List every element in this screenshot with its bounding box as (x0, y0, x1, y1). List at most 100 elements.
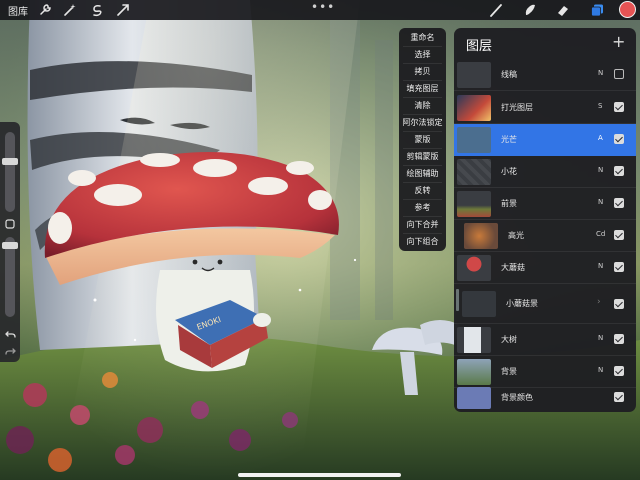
redo-button[interactable] (3, 344, 17, 358)
layer-thumbnail (457, 255, 491, 281)
blend-mode[interactable]: A (598, 134, 603, 142)
smudge-icon (525, 4, 535, 15)
layer-visibility-checkbox[interactable] (614, 134, 624, 144)
wrench-icon (40, 4, 51, 15)
layer-row-lineart[interactable]: 线稿 N (454, 59, 636, 91)
undo-button[interactable] (3, 327, 17, 341)
menu-item-copy[interactable]: 拷贝 (399, 63, 446, 80)
menu-item-invert[interactable]: 反转 (399, 182, 446, 199)
layer-name: 线稿 (501, 70, 517, 79)
transform-button[interactable] (114, 1, 132, 19)
layer-thumbnail (457, 95, 491, 121)
add-layer-button[interactable]: + (612, 32, 625, 51)
smudge-button[interactable] (521, 1, 539, 19)
layer-name: 小蘑菇景 (506, 299, 538, 308)
layer-thumbnail (457, 359, 491, 385)
magic-wand-icon (64, 4, 76, 16)
layer-name: 大蘑菇 (501, 263, 525, 272)
layer-thumbnail (464, 223, 498, 249)
menu-item-rename[interactable]: 重命名 (399, 29, 446, 46)
layer-name: 高光 (508, 231, 524, 240)
menu-item-clear[interactable]: 清除 (399, 97, 446, 114)
layer-name: 前景 (501, 199, 517, 208)
layer-name: 小花 (501, 167, 517, 176)
blend-mode[interactable]: N (598, 366, 603, 374)
layer-visibility-checkbox[interactable] (614, 366, 624, 376)
menu-item-alpha-lock[interactable]: 阿尔法锁定 (399, 114, 446, 131)
blend-mode[interactable]: N (598, 334, 603, 342)
menu-item-select[interactable]: 选择 (399, 46, 446, 63)
modify-button[interactable] (3, 217, 17, 231)
color-picker-button[interactable] (619, 1, 636, 18)
layer-visibility-checkbox[interactable] (614, 102, 624, 112)
layer-row-lighting[interactable]: 打光图层 S (454, 92, 636, 124)
brush-size-handle[interactable] (2, 158, 18, 165)
layer-group-small-mushrooms[interactable]: 小蘑菇景 › (454, 284, 636, 324)
layer-thumbnail (462, 291, 496, 317)
layer-visibility-checkbox[interactable] (614, 198, 624, 208)
layer-row-foreground[interactable]: 前景 N (454, 188, 636, 220)
layer-visibility-checkbox[interactable] (614, 262, 624, 272)
layer-visibility-checkbox[interactable] (614, 392, 624, 402)
layer-visibility-checkbox[interactable] (614, 299, 624, 309)
menu-item-fill-layer[interactable]: 填充图层 (399, 80, 446, 97)
blend-mode[interactable]: N (598, 166, 603, 174)
layer-row-big-tree[interactable]: 大树 N (454, 324, 636, 356)
undo-icon (4, 330, 16, 338)
layers-icon (591, 4, 603, 17)
blend-mode[interactable]: N (598, 262, 603, 270)
layers-button[interactable] (588, 1, 606, 19)
actions-button[interactable] (36, 1, 54, 19)
selection-icon (93, 5, 102, 17)
layer-thumbnail (457, 62, 491, 88)
blend-mode[interactable]: Cd (596, 230, 605, 238)
brush-icon (490, 4, 502, 17)
opacity-handle[interactable] (2, 242, 18, 249)
layer-name: 大树 (501, 335, 517, 344)
menu-item-clipping-mask[interactable]: 剪辑蒙版 (399, 148, 446, 165)
selection-button[interactable] (88, 1, 106, 19)
layer-visibility-checkbox[interactable] (614, 230, 624, 240)
left-sidebar (0, 122, 20, 362)
adjustments-button[interactable] (61, 1, 79, 19)
layer-visibility-checkbox[interactable] (614, 166, 624, 176)
eraser-icon (558, 6, 568, 16)
menu-item-combine-down[interactable]: 向下组合 (399, 233, 446, 250)
layer-thumbnail (457, 191, 491, 217)
layer-row-background-color[interactable]: 背景颜色 (454, 384, 636, 412)
layer-name: 背景颜色 (501, 393, 533, 402)
layer-options-menu: 重命名 选择 拷贝 填充图层 清除 阿尔法锁定 蒙版 剪辑蒙版 绘图辅助 反转 … (399, 28, 446, 251)
square-modify-icon (5, 219, 15, 229)
transform-arrow-icon (117, 4, 129, 16)
menu-item-reference[interactable]: 参考 (399, 199, 446, 216)
blend-mode[interactable]: N (598, 198, 603, 206)
layer-thumbnail (457, 327, 491, 353)
layer-row-small-flowers[interactable]: 小花 N (454, 156, 636, 188)
layer-name: 打光图层 (501, 103, 533, 112)
brush-button[interactable] (487, 1, 505, 19)
menu-item-mask[interactable]: 蒙版 (399, 131, 446, 148)
layer-row-big-mushroom[interactable]: 大蘑菇 N (454, 252, 636, 284)
eraser-button[interactable] (554, 1, 572, 19)
layer-visibility-checkbox[interactable] (614, 334, 624, 344)
brush-size-slider[interactable] (5, 132, 15, 212)
menu-item-merge-down[interactable]: 向下合并 (399, 216, 446, 233)
menu-item-drawing-assist[interactable]: 绘图辅助 (399, 165, 446, 182)
blend-mode[interactable]: N (598, 69, 603, 77)
layers-panel: 图层 + 线稿 N 打光图层 S 光芒 A 小花 N 前景 N 高光 Cd 大蘑… (454, 28, 636, 412)
top-toolbar: 图库 ••• (0, 0, 640, 20)
redo-icon (4, 347, 16, 355)
layer-name: 背景 (501, 367, 517, 376)
chevron-right-icon[interactable]: › (597, 297, 601, 307)
opacity-slider[interactable] (5, 237, 15, 317)
home-indicator[interactable] (238, 473, 401, 477)
background-color-swatch (457, 387, 491, 409)
layer-visibility-checkbox[interactable] (614, 69, 624, 79)
more-options-button[interactable]: ••• (311, 0, 335, 14)
layers-panel-title: 图层 (466, 39, 493, 54)
layer-row-highlight[interactable]: 高光 Cd (454, 220, 636, 252)
layer-thumbnail (457, 159, 491, 185)
layer-row-glow[interactable]: 光芒 A (454, 124, 636, 156)
gallery-button[interactable]: 图库 (8, 3, 28, 18)
blend-mode[interactable]: S (598, 102, 602, 110)
